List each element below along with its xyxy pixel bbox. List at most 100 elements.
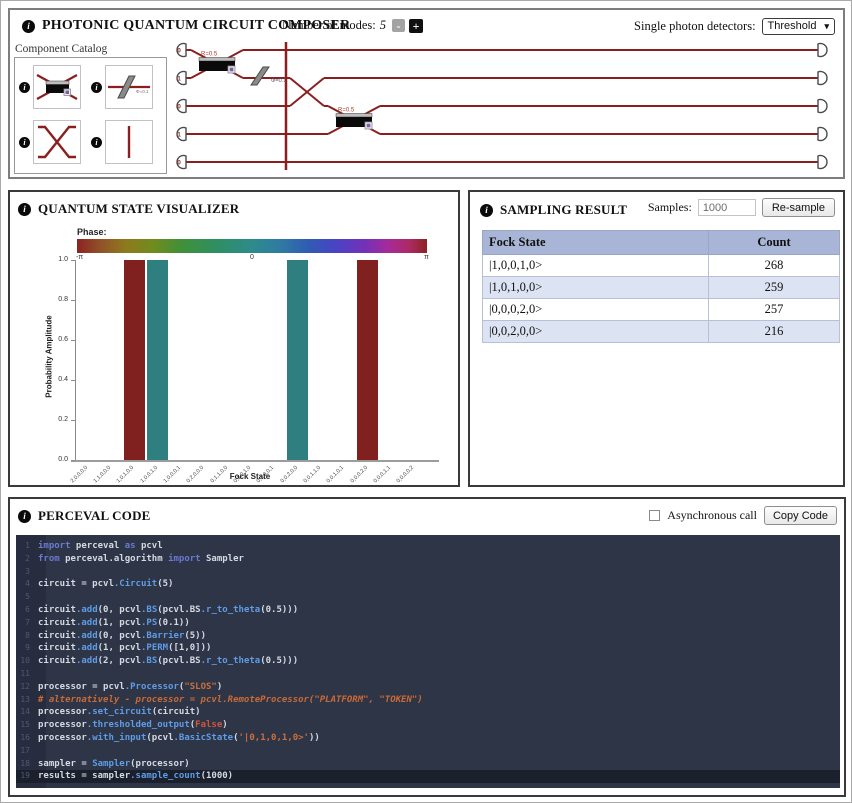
info-icon[interactable]: i (19, 82, 30, 93)
samples-label: Samples: (648, 200, 692, 215)
code-line-15: 15processor.thresholded_output(False) (16, 719, 840, 732)
modes-control: Number of modes: 5 - + (282, 18, 423, 33)
count-cell: 257 (709, 299, 840, 321)
code-line-13: 13# alternatively - processor = pcvl.Rem… (16, 694, 840, 707)
line-number: 3 (16, 566, 38, 579)
detector-control: Single photon detectors: Threshold ▾ (634, 18, 835, 35)
beam-splitter-component-1[interactable]: R=0.5 (199, 52, 235, 74)
input-photon-counts: 0 1 0 1 0 (177, 47, 181, 166)
info-icon[interactable]: i (18, 203, 31, 216)
code-line-4: 4circuit = pcvl.Circuit(5) (16, 578, 840, 591)
svg-text:Φ=0.1: Φ=0.1 (136, 89, 149, 94)
code-editor[interactable]: 1import perceval as pcvl2from perceval.a… (16, 535, 840, 788)
catalog-item-beam-splitter[interactable]: i (19, 65, 81, 109)
bs1-label: R=0.5 (201, 52, 218, 58)
line-number: 13 (16, 694, 38, 707)
svg-text:0: 0 (177, 47, 181, 54)
svg-text:0: 0 (177, 103, 181, 110)
info-icon[interactable]: i (91, 137, 102, 148)
detector-1[interactable] (818, 72, 827, 85)
y-tick-mark (71, 340, 75, 341)
modes-label: Number of modes: (282, 18, 376, 33)
catalog-item-barrier[interactable]: i (91, 120, 153, 164)
bar-0,0,0,2,0 (357, 260, 378, 460)
x-axis-label: Fock State (202, 472, 298, 481)
fock-state-cell: |0,0,2,0,0> (483, 321, 709, 343)
detector-4[interactable] (818, 156, 827, 169)
samples-input[interactable] (698, 199, 756, 216)
visualizer-header: i QUANTUM STATE VISUALIZER (18, 201, 239, 217)
line-number: 2 (16, 553, 38, 566)
code-header: i PERCEVAL CODE (18, 508, 151, 524)
resample-button[interactable]: Re-sample (762, 198, 835, 217)
y-axis: 1.00.80.60.40.20.0 (44, 256, 68, 464)
line-number: 7 (16, 617, 38, 630)
line-number: 11 (16, 668, 38, 681)
info-icon[interactable]: i (18, 510, 31, 523)
ps-label: Φ=0.1 (271, 78, 286, 84)
async-call-checkbox[interactable] (649, 510, 660, 521)
line-number: 17 (16, 745, 38, 758)
line-number: 6 (16, 604, 38, 617)
detectors-select[interactable]: Threshold ▾ (762, 18, 835, 35)
code-line-3: 3 (16, 566, 840, 579)
panel-title: SAMPLING RESULT (500, 202, 627, 218)
code-controls: Asynchronous call Copy Code (649, 506, 837, 525)
copy-code-button[interactable]: Copy Code (764, 506, 837, 525)
table-row: |1,0,0,1,0>268 (483, 255, 840, 277)
perceval-code-panel: i PERCEVAL CODE Asynchronous call Copy C… (8, 497, 846, 797)
fock-state-cell: |1,0,0,1,0> (483, 255, 709, 277)
mode-wires (186, 50, 818, 162)
code-line-11: 11 (16, 668, 840, 681)
output-detectors (818, 44, 827, 169)
y-tick-label: 0.0 (58, 456, 68, 463)
code-line-6: 6circuit.add(0, pcvl.BS(pcvl.BS.r_to_the… (16, 604, 840, 617)
y-tick-label: 0.2 (58, 416, 68, 423)
catalog-item-phase-shifter[interactable]: i Φ=0.1 (91, 65, 153, 109)
line-number: 5 (16, 591, 38, 604)
line-number: 9 (16, 642, 38, 655)
composer-panel: i PHOTONIC QUANTUM CIRCUIT COMPOSER Numb… (8, 8, 845, 179)
chevron-down-icon: ▾ (824, 21, 829, 32)
catalog-item-permutation[interactable]: i (19, 120, 81, 164)
y-tick-label: 1.0 (58, 256, 68, 263)
code-line-5: 5 (16, 591, 840, 604)
circuit-canvas[interactable]: R=0.5 Φ=0.1 R=0.5 (170, 34, 842, 176)
line-number: 16 (16, 732, 38, 745)
catalog-label: Component Catalog (15, 43, 107, 55)
code-line-14: 14processor.set_circuit(circuit) (16, 706, 840, 719)
line-number: 10 (16, 655, 38, 668)
detectors-selected-value: Threshold (768, 20, 817, 32)
info-icon[interactable]: i (91, 82, 102, 93)
phase-shifter-icon[interactable]: Φ=0.1 (105, 65, 153, 109)
plot-area (75, 260, 425, 460)
increase-modes-button[interactable]: + (409, 19, 423, 33)
y-tick-label: 0.6 (58, 336, 68, 343)
info-icon[interactable]: i (480, 204, 493, 217)
y-tick-mark (71, 260, 75, 261)
bar-1,0,1,0,0 (124, 260, 145, 460)
sampling-result-panel: i SAMPLING RESULT Samples: Re-sample Foc… (468, 190, 845, 487)
phase-shifter-component[interactable]: Φ=0.1 (251, 67, 286, 85)
code-line-9: 9circuit.add(1, pcvl.PERM([1,0])) (16, 642, 840, 655)
count-cell: 259 (709, 277, 840, 299)
app-window: i PHOTONIC QUANTUM CIRCUIT COMPOSER Numb… (0, 0, 852, 803)
info-icon[interactable]: i (19, 137, 30, 148)
beam-splitter-icon[interactable] (33, 65, 81, 109)
table-row: |0,0,0,2,0>257 (483, 299, 840, 321)
table-row: |1,0,1,0,0>259 (483, 277, 840, 299)
line-number: 12 (16, 681, 38, 694)
detector-0[interactable] (818, 44, 827, 57)
detector-3[interactable] (818, 128, 827, 141)
decrease-modes-button[interactable]: - (392, 19, 405, 32)
component-catalog: i i Φ=0. (14, 57, 167, 174)
beam-splitter-component-2[interactable]: R=0.5 (336, 108, 372, 130)
barrier-icon[interactable] (105, 120, 153, 164)
detector-2[interactable] (818, 100, 827, 113)
permutation-icon[interactable] (33, 120, 81, 164)
line-number: 18 (16, 758, 38, 771)
panel-title: QUANTUM STATE VISUALIZER (38, 201, 239, 217)
count-cell: 268 (709, 255, 840, 277)
info-icon[interactable]: i (22, 20, 35, 33)
code-line-7: 7circuit.add(1, pcvl.PS(0.1)) (16, 617, 840, 630)
